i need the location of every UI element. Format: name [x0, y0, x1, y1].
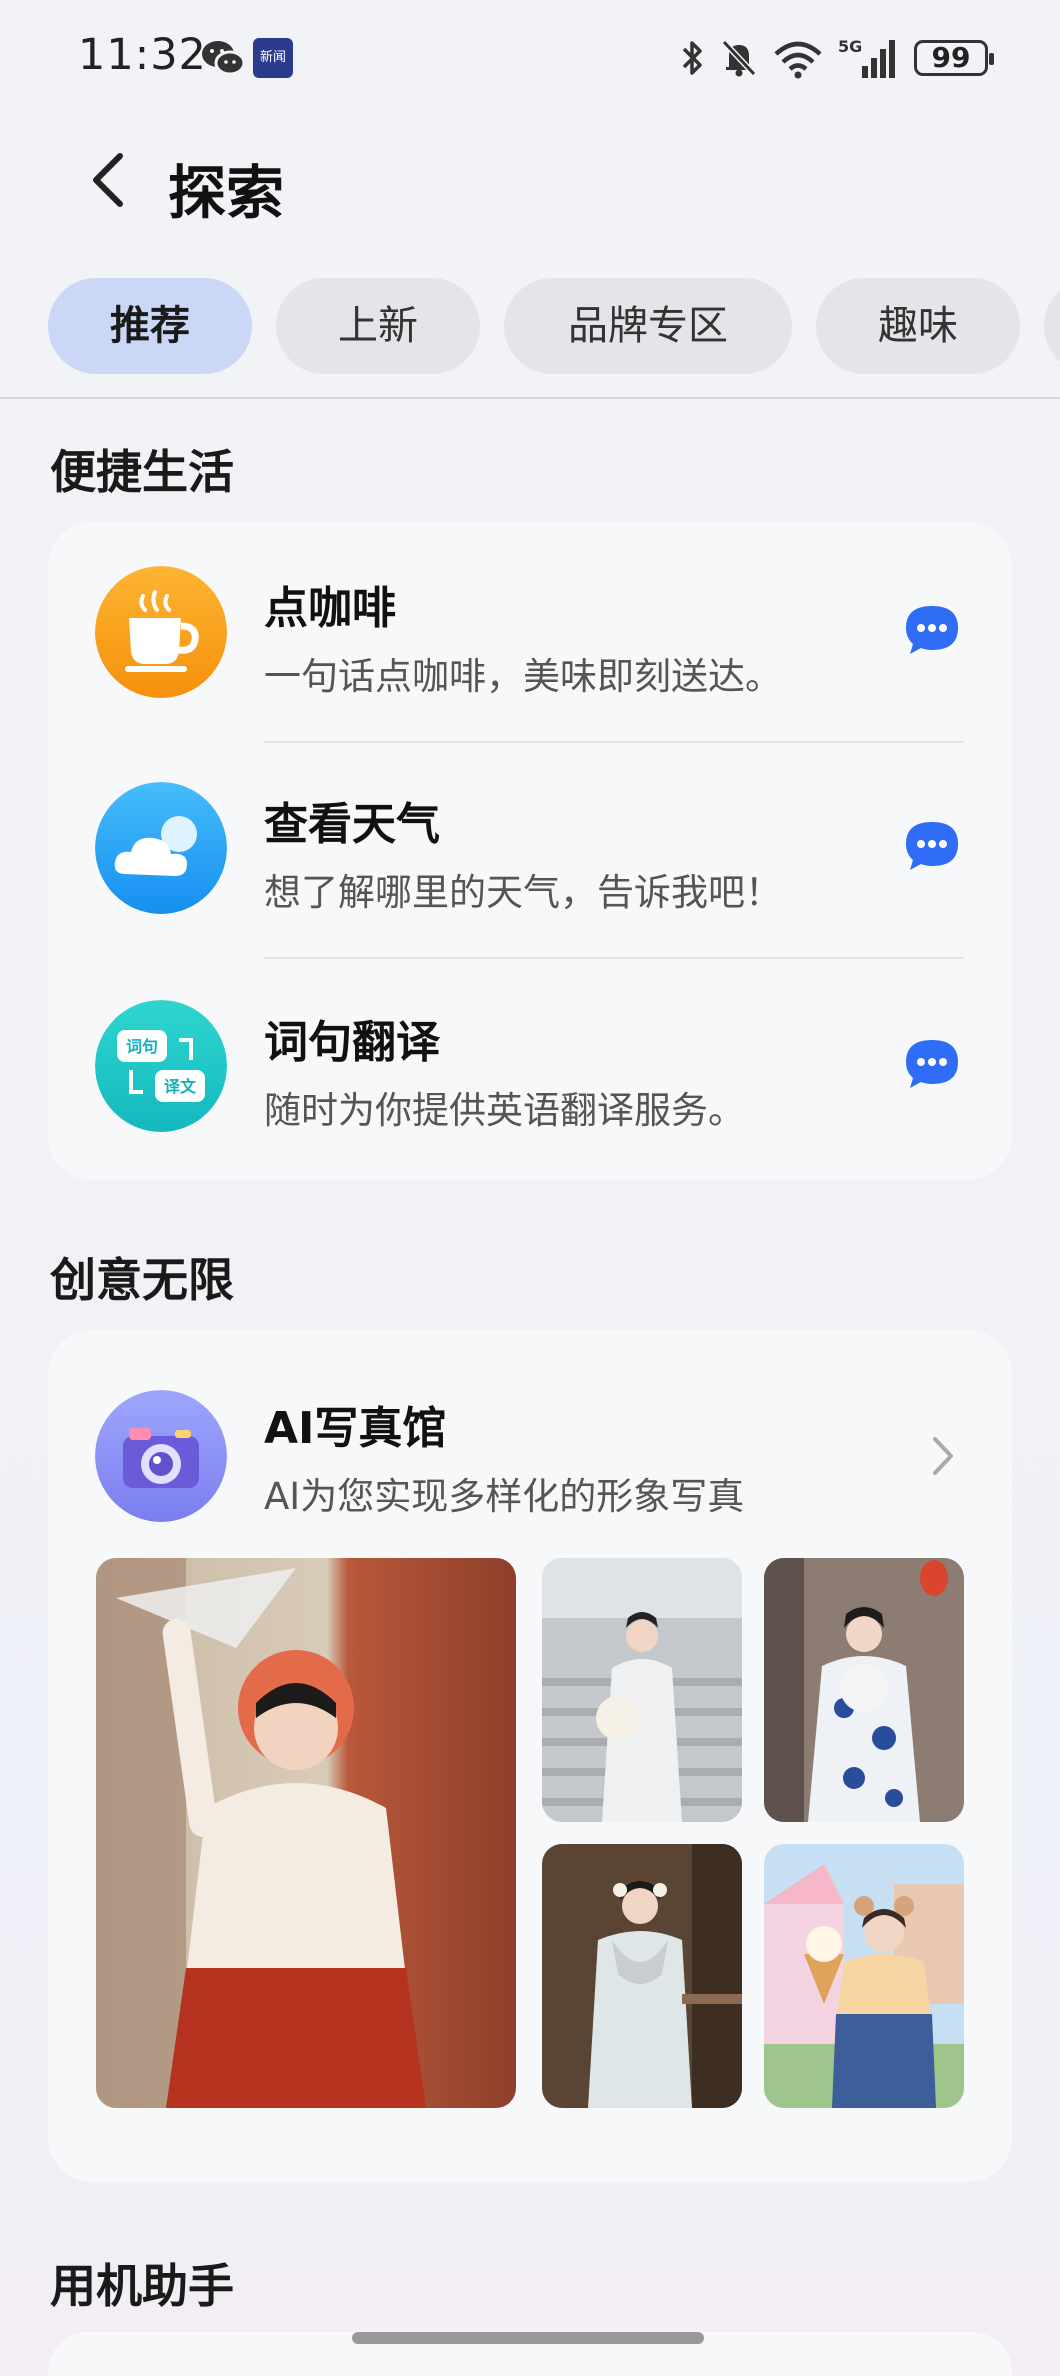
tab-more[interactable] [1044, 278, 1060, 374]
translate-icon-text-target: 译文 [164, 1077, 197, 1096]
row-desc: 想了解哪里的天气，告诉我吧！ [264, 871, 782, 914]
ai-studio-desc: AI为您实现多样化的形象写真 [264, 1475, 745, 1518]
page-title: 探索 [168, 159, 285, 227]
tab-new[interactable]: 上新 [276, 278, 480, 374]
status-time: 11:32 [78, 30, 207, 80]
row-title: 点咖啡 [264, 583, 396, 634]
tab-brand-zone[interactable]: 品牌专区 [504, 278, 792, 374]
battery-indicator: 99 [914, 40, 994, 76]
chat-bubble-icon[interactable] [904, 1038, 960, 1090]
translate-icon: 词句 译文 [95, 1000, 227, 1132]
bluetooth-icon [682, 41, 702, 75]
tabs-divider [0, 397, 1060, 399]
chat-bubble-icon[interactable] [904, 604, 960, 656]
signal-5g-icon: 5G [838, 37, 895, 78]
category-tabs: 推荐 上新 品牌专区 趣味 [48, 278, 1060, 374]
ai-studio-title: AI写真馆 [264, 1403, 447, 1454]
row-desc: 随时为你提供英语翻译服务。 [264, 1089, 745, 1132]
row-title: 查看天气 [264, 799, 440, 850]
portrait-photo-stairs[interactable] [542, 1558, 742, 1822]
home-indicator[interactable] [352, 2332, 704, 2344]
portrait-photo-ethnic[interactable] [542, 1844, 742, 2108]
portrait-photo-blue-porcelain[interactable] [764, 1558, 964, 1822]
list-item-coffee[interactable]: 点咖啡 一句话点咖啡，美味即刻送达。 [48, 522, 1012, 737]
tab-recommend[interactable]: 推荐 [48, 278, 252, 374]
row-desc: 一句话点咖啡，美味即刻送达。 [264, 655, 782, 698]
coffee-icon [95, 566, 227, 698]
tab-fun[interactable]: 趣味 [816, 278, 1020, 374]
camera-icon [95, 1390, 227, 1522]
portrait-photo-main[interactable] [96, 1558, 516, 2108]
wifi-icon [774, 41, 822, 79]
chat-bubble-icon[interactable] [904, 820, 960, 872]
status-icons: 5G 99 [680, 34, 994, 82]
row-title: 词句翻译 [264, 1017, 440, 1068]
convenient-life-card: 点咖啡 一句话点咖啡，美味即刻送达。 查看天气 想了解哪里的天气，告诉我吧！ 词… [48, 522, 1012, 1180]
back-arrow-icon[interactable] [84, 150, 134, 210]
portrait-photo-ice-cream[interactable] [764, 1844, 964, 2108]
translate-icon-text-source: 词句 [126, 1037, 158, 1056]
chevron-right-icon [933, 1437, 953, 1475]
news-app-icon: 新闻 [253, 38, 293, 78]
svg-text:5G: 5G [838, 37, 862, 56]
section-title-phone-assistant: 用机助手 [50, 2259, 234, 2313]
wechat-icon [202, 41, 246, 76]
list-item-translate[interactable]: 词句 译文 词句翻译 随时为你提供英语翻译服务。 [48, 956, 1012, 1171]
section-title-creative: 创意无限 [50, 1253, 234, 1307]
list-item-weather[interactable]: 查看天气 想了解哪里的天气，告诉我吧！ [48, 738, 1012, 953]
weather-icon [95, 782, 227, 914]
ai-studio-card[interactable]: AI写真馆 AI为您实现多样化的形象写真 [48, 1330, 1012, 2182]
mute-bell-icon [721, 39, 757, 77]
status-bar: 11:32 新闻 5G 99 [0, 0, 1060, 116]
section-title-convenient-life: 便捷生活 [50, 445, 234, 499]
